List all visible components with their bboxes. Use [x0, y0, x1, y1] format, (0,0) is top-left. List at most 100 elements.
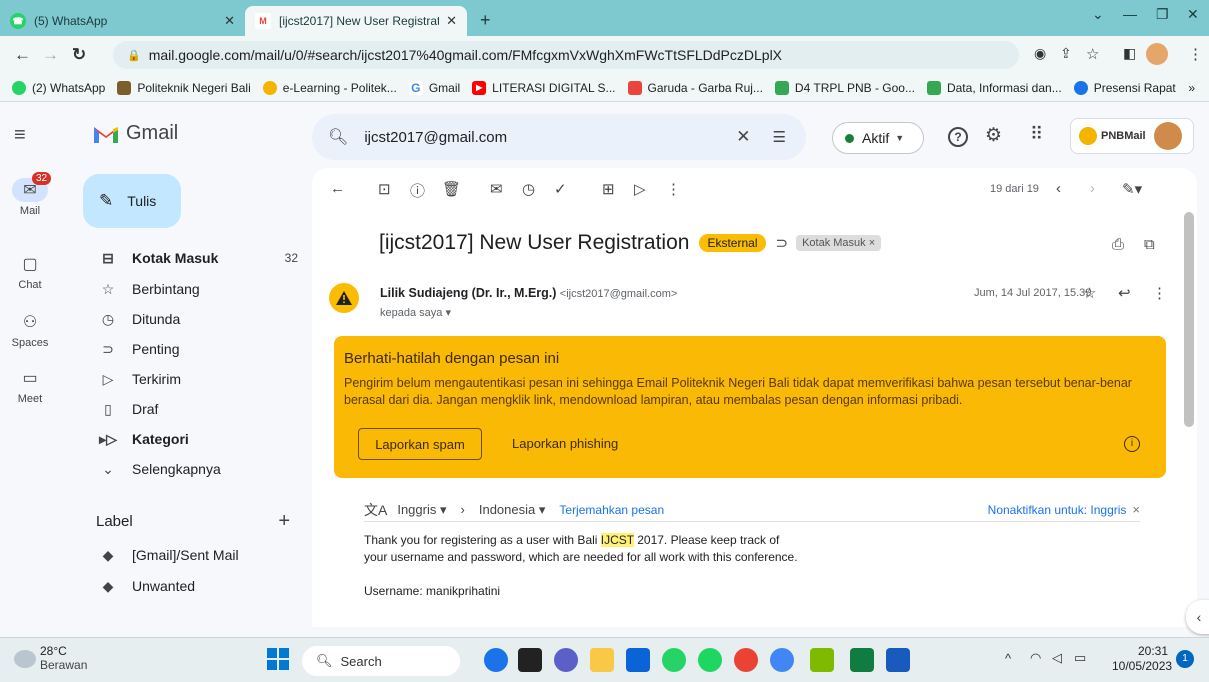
notepad-icon[interactable]: [810, 648, 834, 672]
scrollbar-thumb[interactable]: [1184, 212, 1194, 427]
nav-more[interactable]: ⌄ Selengkapnya: [84, 454, 298, 484]
disable-translate-link[interactable]: Nonaktifkan untuk: Inggris: [988, 503, 1127, 517]
open-new-window-icon[interactable]: ⧉: [1144, 236, 1155, 253]
bookmark-item[interactable]: e-Learning - Politek...: [262, 80, 397, 95]
bookmark-item[interactable]: D4 TRPL PNB - Goo...: [774, 80, 915, 95]
file-explorer-icon[interactable]: [590, 648, 614, 672]
side-panel-toggle-icon[interactable]: ‹: [1186, 600, 1209, 634]
wifi-icon[interactable]: ◠: [1030, 650, 1041, 666]
close-window-icon[interactable]: ✕: [1187, 6, 1199, 23]
spotify-icon[interactable]: [698, 648, 722, 672]
archive-icon[interactable]: ⊡: [378, 180, 391, 198]
battery-icon[interactable]: ▭: [1074, 650, 1086, 666]
whatsapp-icon[interactable]: [662, 648, 686, 672]
nav-snoozed[interactable]: ◷ Ditunda: [84, 304, 298, 334]
gmail-logo[interactable]: Gmail: [92, 122, 178, 145]
help-icon[interactable]: ?: [948, 127, 968, 147]
minimize-icon[interactable]: —: [1123, 6, 1137, 22]
reply-icon[interactable]: ↩: [1118, 284, 1131, 302]
prev-icon[interactable]: ‹: [1056, 180, 1061, 197]
mark-unread-icon[interactable]: ✉: [490, 180, 503, 198]
bookmark-item[interactable]: G Gmail: [408, 80, 460, 95]
weather-widget[interactable]: 28°C Berawan: [40, 644, 87, 672]
task-view-icon[interactable]: [518, 648, 542, 672]
label-item[interactable]: ◆ Unwanted: [84, 571, 298, 601]
move-to-icon[interactable]: ⊞: [602, 180, 615, 198]
bookmark-item[interactable]: (2) WhatsApp: [12, 80, 105, 95]
tab-gmail[interactable]: M [ijcst2017] New User Registration ✕: [245, 6, 467, 36]
tab-search-icon[interactable]: ⌄: [1092, 6, 1104, 23]
search-options-icon[interactable]: ☰: [773, 128, 786, 146]
bing-icon[interactable]: [484, 648, 508, 672]
forward-icon[interactable]: →: [42, 45, 59, 65]
close-translate-icon[interactable]: ×: [1132, 502, 1140, 517]
share-icon[interactable]: ⇪: [1060, 45, 1072, 62]
windows-start-icon[interactable]: [266, 647, 290, 671]
taskbar-search[interactable]: 🔍︎ Search: [302, 646, 460, 676]
apps-grid-icon[interactable]: ⠿: [1030, 124, 1043, 145]
chrome-icon[interactable]: [734, 648, 758, 672]
important-marker-icon[interactable]: ⊃: [776, 234, 789, 252]
menu-kebab-icon[interactable]: ⋮: [1188, 45, 1203, 63]
volume-icon[interactable]: ◁: [1052, 650, 1062, 666]
rail-mail[interactable]: ✉ 32 Mail: [0, 172, 60, 217]
nav-drafts[interactable]: ▯ Draf: [84, 394, 298, 424]
report-spam-button[interactable]: Laporkan spam: [358, 428, 482, 460]
report-phishing-button[interactable]: Laporkan phishing: [512, 436, 618, 451]
status-dropdown[interactable]: Aktif ▼: [832, 122, 924, 154]
bookmark-star-icon[interactable]: ☆: [1086, 45, 1099, 63]
search-icon[interactable]: 🔍︎: [328, 127, 348, 147]
bookmark-item[interactable]: Politeknik Negeri Bali: [117, 80, 251, 95]
search-bar[interactable]: 🔍︎ ijcst2017@gmail.com ✕ ☰: [312, 114, 806, 160]
back-icon[interactable]: ←: [14, 45, 31, 65]
compose-button[interactable]: ✎ Tulis: [83, 174, 181, 228]
url-field[interactable]: 🔒 mail.google.com/mail/u/0/#search/ijcst…: [113, 41, 1019, 69]
next-icon[interactable]: ›: [1090, 180, 1095, 197]
print-icon[interactable]: ⎙: [1112, 236, 1124, 253]
account-switcher[interactable]: PNBMail: [1070, 118, 1194, 154]
main-menu-icon[interactable]: ≡: [14, 124, 26, 147]
translate-to-dropdown[interactable]: Indonesia ▾: [479, 502, 546, 518]
reload-icon[interactable]: ↻: [72, 45, 86, 65]
back-to-list-icon[interactable]: ←: [330, 180, 345, 197]
bookmark-item[interactable]: Presensi Rapat: [1073, 80, 1176, 95]
translate-message-link[interactable]: Terjemahkan pesan: [559, 503, 664, 517]
sidepanel-icon[interactable]: ◧: [1123, 45, 1136, 62]
new-tab-button[interactable]: +: [480, 10, 491, 31]
report-spam-icon[interactable]: ⓘ: [410, 180, 425, 201]
settings-gear-icon[interactable]: ⚙: [985, 124, 1002, 147]
rail-spaces[interactable]: ⚇ Spaces: [0, 310, 60, 349]
clock[interactable]: 20:31 10/05/2023: [1112, 644, 1172, 674]
translate-from-dropdown[interactable]: Inggris ▾: [397, 502, 446, 518]
more-bookmarks-button[interactable]: »: [1188, 81, 1195, 95]
word-icon[interactable]: [886, 648, 910, 672]
label-item[interactable]: ◆ [Gmail]/Sent Mail: [84, 540, 298, 570]
rail-meet[interactable]: ▭ Meet: [0, 366, 60, 405]
more-options-icon[interactable]: ⋮: [1152, 284, 1167, 302]
more-actions-icon[interactable]: ⋮: [666, 180, 681, 198]
snooze-icon[interactable]: ◷: [522, 180, 535, 198]
search-input[interactable]: ijcst2017@gmail.com: [364, 129, 507, 146]
label-as-icon[interactable]: ▷: [634, 180, 646, 198]
nav-starred[interactable]: ☆ Berbintang: [84, 274, 298, 304]
nav-categories[interactable]: ▸▷ Kategori: [84, 424, 298, 454]
delete-icon[interactable]: 🗑︎: [442, 180, 461, 198]
nav-inbox[interactable]: ⊟ Kotak Masuk 32: [84, 243, 298, 273]
star-icon[interactable]: ☆: [1083, 284, 1096, 302]
input-tools-icon[interactable]: ✎▾: [1122, 180, 1142, 198]
profile-avatar[interactable]: [1146, 43, 1168, 65]
bookmark-item[interactable]: ▶ LITERASI DIGITAL S...: [472, 80, 616, 95]
info-icon[interactable]: i: [1124, 436, 1140, 452]
close-tab-icon[interactable]: ✕: [224, 13, 235, 29]
excel-icon[interactable]: [850, 648, 874, 672]
add-label-icon[interactable]: +: [278, 510, 290, 533]
notification-badge-icon[interactable]: 1: [1176, 650, 1194, 668]
rail-chat[interactable]: ▢ Chat: [0, 252, 60, 291]
bookmark-item[interactable]: Data, Informasi dan...: [926, 80, 1062, 95]
nav-sent[interactable]: ▷ Terkirim: [84, 364, 298, 394]
clear-search-icon[interactable]: ✕: [736, 127, 750, 147]
inbox-label-chip[interactable]: Kotak Masuk ×: [796, 235, 882, 251]
chrome-profile-icon[interactable]: [770, 648, 794, 672]
tab-whatsapp[interactable]: ☎ (5) WhatsApp ✕: [0, 6, 245, 36]
add-task-icon[interactable]: ✓: [554, 180, 567, 198]
